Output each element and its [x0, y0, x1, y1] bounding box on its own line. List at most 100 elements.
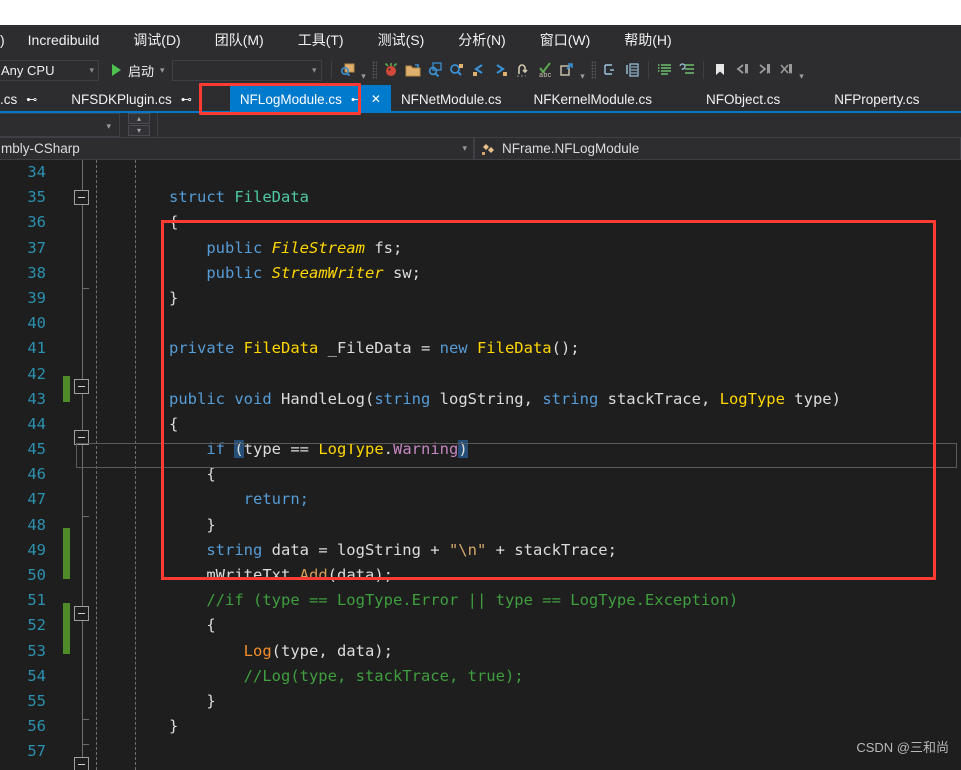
menu-item-debug[interactable]: 调试(D) [122, 27, 191, 53]
zoom-out-icon[interactable] [446, 59, 468, 81]
tab-nflogmodule[interactable]: NFLogModule.cs ⊷ ✕ [229, 85, 391, 113]
code-text: public StreamWriter sw; [169, 263, 421, 282]
line-number: 55 [27, 691, 46, 710]
code-line[interactable]: 51 //if (type == LogType.Error || type =… [0, 588, 961, 613]
tab-label: NFKernelModule.cs [533, 91, 653, 107]
code-line[interactable]: 47 return; [0, 487, 961, 512]
project-selector[interactable]: mbly-CSharp ▾ [0, 137, 474, 160]
prev-bookmark-icon[interactable] [731, 59, 753, 81]
bookmark-icon[interactable] [709, 59, 731, 81]
tab-nfsdkplugin[interactable]: NFSDKPlugin.cs ⊷ [61, 85, 202, 113]
code-line[interactable]: 48 } [0, 513, 961, 538]
line-number: 52 [27, 616, 46, 635]
step-back-icon[interactable] [468, 59, 490, 81]
code-line[interactable]: 41 private FileData _FileData = new FileD… [0, 336, 961, 361]
tab-nfproperty[interactable]: NFProperty.cs [824, 85, 929, 113]
code-line[interactable]: 44 { [0, 412, 961, 437]
tab-nfobject[interactable]: NFObject.cs [696, 85, 790, 113]
line-number: 58 [0, 765, 46, 770]
toolbar-grip[interactable] [371, 61, 377, 79]
code-line[interactable]: 37 public FileStream fs; [0, 236, 961, 261]
comment-lines-icon[interactable] [654, 59, 676, 81]
code-line[interactable]: 45 if (type == LogType.Warning) [0, 437, 961, 462]
toolbar-overflow-icon-3[interactable]: ▾ [797, 71, 807, 85]
code-line[interactable]: 46 { [0, 462, 961, 487]
code-line[interactable]: 50 mWriteTxt.Add(data); [0, 563, 961, 588]
toolbar-grip-2[interactable] [590, 61, 596, 79]
uncomment-lines-icon[interactable] [676, 59, 698, 81]
tab-partial[interactable]: .cs ⊷ [0, 85, 47, 113]
menu-item-partial[interactable]: ) [0, 29, 9, 51]
menu-item-help[interactable]: 帮助(H) [613, 27, 682, 53]
step-forward-icon[interactable] [490, 59, 512, 81]
spellcheck-abc-icon[interactable]: abc [534, 59, 556, 81]
line-number: 57 [27, 742, 46, 761]
undo-curve-icon[interactable] [512, 59, 534, 81]
code-line[interactable]: 56} [0, 714, 961, 739]
line-number: 50 [27, 566, 46, 584]
pin-icon[interactable]: ⊷ [26, 93, 37, 106]
menu-item-analyze[interactable]: 分析(N) [447, 27, 516, 53]
align-left-icon[interactable] [599, 59, 621, 81]
open-folder-icon[interactable] [402, 59, 424, 81]
close-icon[interactable]: ✕ [371, 92, 381, 106]
toolbar-overflow-icon-2[interactable]: ▾ [578, 71, 588, 85]
code-line[interactable]: 40 [0, 311, 961, 336]
line-number: 40 [27, 314, 46, 333]
pin-icon[interactable]: ⊷ [181, 93, 192, 106]
code-line[interactable]: 38 public StreamWriter sw; [0, 261, 961, 286]
code-text: } [169, 288, 179, 307]
menu-item-tools[interactable]: 工具(T) [287, 27, 355, 53]
indent-list-icon[interactable] [621, 59, 643, 81]
scroll-down-button[interactable]: ▾ [128, 125, 150, 136]
tab-label: .cs [0, 91, 18, 107]
find-in-files-icon[interactable] [337, 59, 359, 81]
pin-icon[interactable]: ⊷ [351, 93, 362, 106]
tab-nfnetmodule[interactable]: NFNetModule.cs [391, 85, 512, 113]
export-box-icon[interactable] [556, 59, 578, 81]
code-line[interactable]: 58 public void WriteTxt() [0, 765, 961, 770]
code-text: } [169, 717, 179, 736]
platform-combo[interactable]: Any CPU ▾ [0, 59, 99, 81]
code-line[interactable]: 36 { [0, 210, 961, 235]
code-text: Log(type, data); [243, 641, 393, 660]
subbar-right-box [157, 113, 961, 137]
line-number: 41 [27, 339, 46, 358]
zoom-in-icon[interactable] [424, 59, 446, 81]
code-line[interactable]: 34 [0, 160, 961, 185]
line-number: 46 [27, 465, 46, 484]
line-number: 49 [27, 540, 46, 559]
start-debug-button[interactable]: 启动 ▾ [109, 61, 168, 80]
code-line[interactable]: 42 [0, 362, 961, 387]
code-text: { [169, 616, 216, 635]
tab-label: NFNetModule.cs [400, 91, 502, 107]
chevron-down-icon: ▾ [462, 143, 467, 153]
code-line[interactable]: 52 { [0, 613, 961, 638]
line-number: 35 [27, 188, 46, 207]
member-selector[interactable]: NFrame.NFLogModule [474, 137, 961, 160]
code-line[interactable]: 53 Log(type, data); [0, 639, 961, 664]
toolbar-search-combo[interactable]: ▾ [171, 59, 322, 81]
svg-text:abc: abc [539, 72, 552, 79]
code-line[interactable]: 43 public void HandleLog(string logString… [0, 387, 961, 412]
code-editor[interactable]: 34 35 struct FileData 36 {37 public FileStre… [0, 160, 961, 770]
menu-item-test[interactable]: 测试(S) [367, 27, 436, 53]
line-number: 43 [27, 389, 46, 408]
debug-bug-icon[interactable] [380, 59, 402, 81]
code-line[interactable]: 49 string data = logString + "\n" + stac… [0, 538, 961, 563]
menu-item-window[interactable]: 窗口(W) [529, 27, 602, 53]
code-line[interactable]: 55 } [0, 689, 961, 714]
subbar-left-box[interactable]: ▾ [0, 113, 120, 137]
next-bookmark-icon[interactable] [753, 59, 775, 81]
menu-item-incredibuild[interactable]: Incredibuild [17, 29, 111, 51]
clear-bookmark-icon[interactable] [775, 59, 797, 81]
menu-item-team[interactable]: 团队(M) [204, 27, 275, 53]
code-line[interactable]: 35 struct FileData [0, 185, 961, 210]
code-line[interactable]: 57 [0, 739, 961, 764]
toolbar-overflow-icon[interactable]: ▾ [359, 71, 369, 85]
code-line[interactable]: 39} [0, 286, 961, 311]
scroll-up-button[interactable]: ▴ [128, 113, 150, 124]
code-line[interactable]: 54 //Log(type, stackTrace, true); [0, 664, 961, 689]
chevron-down-icon[interactable]: ▾ [106, 121, 111, 132]
tab-nfkernelmodule[interactable]: NFKernelModule.cs [523, 85, 662, 113]
